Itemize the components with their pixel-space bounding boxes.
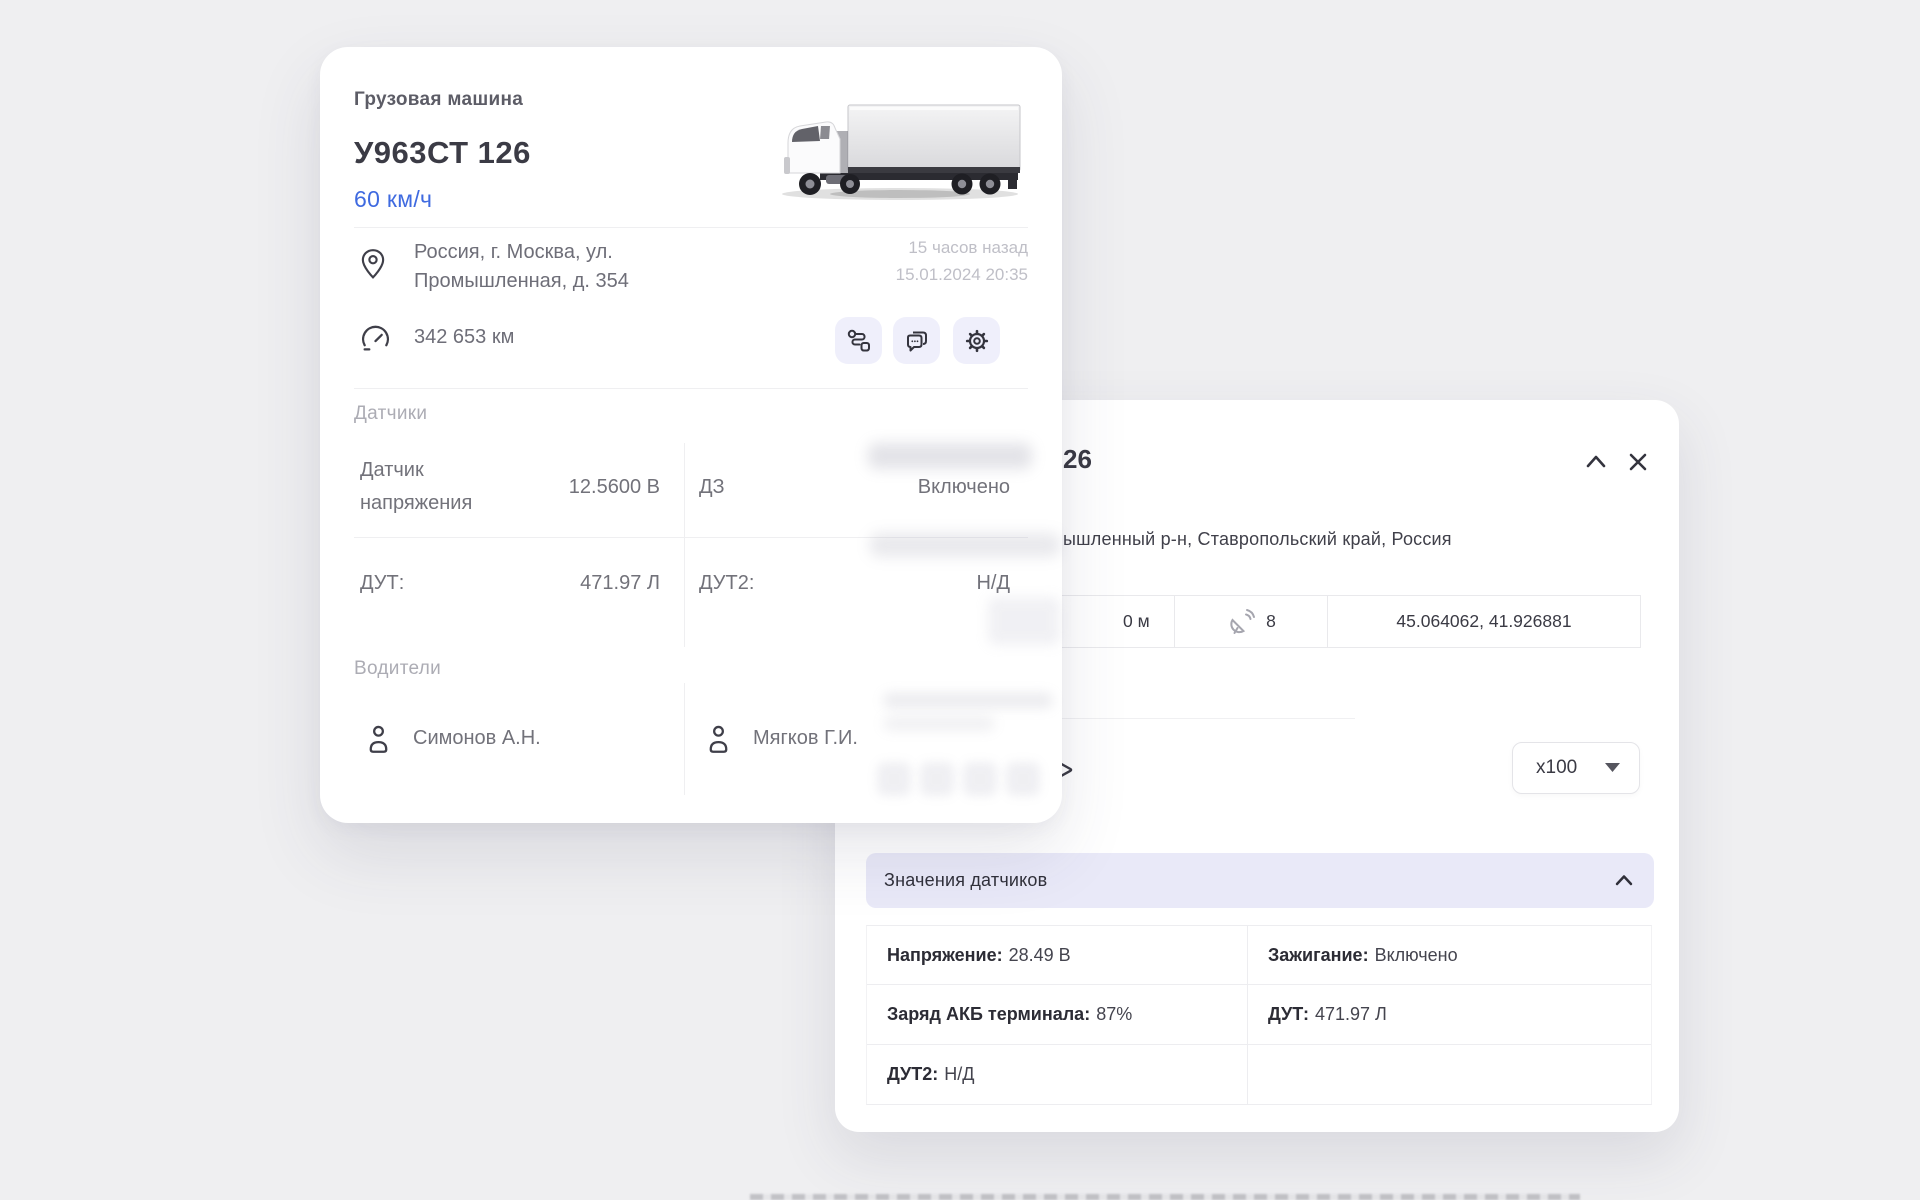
drivers-divider <box>684 683 685 795</box>
speed-multiplier-select[interactable]: x100 <box>1512 742 1640 794</box>
satellites-count: 8 <box>1266 611 1276 632</box>
sensors-section-title: Датчики <box>354 403 427 425</box>
table-cell: Напряжение:28.49 В <box>867 926 1248 985</box>
sensors-row-divider <box>354 537 1028 538</box>
bottom-edge-element <box>750 1194 1580 1200</box>
odometer-value: 342 653 км <box>414 326 514 349</box>
chat-icon <box>904 328 930 354</box>
sensor-values-table: Напряжение:28.49 В Зажигание:Включено За… <box>866 925 1652 1105</box>
coordinates-cell: 45.064062, 41.926881 <box>1327 595 1641 648</box>
table-cell: ДУТ:471.97 Л <box>1248 985 1651 1044</box>
satellite-dish-icon <box>1226 607 1256 637</box>
close-panel-button[interactable] <box>1623 447 1653 477</box>
route-button[interactable] <box>835 317 882 364</box>
person-icon <box>366 723 391 754</box>
caret-down-icon <box>1605 763 1620 773</box>
location-pin-icon <box>360 248 386 280</box>
driver-name: Мягков Г.И. <box>753 727 858 750</box>
panel-title-fragment: 26 <box>1063 444 1092 475</box>
sensor-item: ДЗ Включено <box>699 452 1010 522</box>
screen: 26 ышленный р-н, Ставропольский край, Ро… <box>0 0 1920 1200</box>
vehicle-card: Грузовая машина У963СТ 126 60 км/ч <box>320 47 1062 823</box>
sensor-values-header[interactable]: Значения датчиков <box>866 853 1654 908</box>
vehicle-type-label: Грузовая машина <box>354 89 523 111</box>
truck-image <box>770 97 1032 205</box>
vehicle-address: Россия, г. Москва, ул. Промышленная, д. … <box>414 238 629 296</box>
collapse-panel-button[interactable] <box>1581 447 1611 477</box>
table-cell: ДУТ2:Н/Д <box>867 1045 1248 1104</box>
messages-button[interactable] <box>893 317 940 364</box>
card-divider <box>354 227 1028 228</box>
sensors-divider <box>684 443 685 647</box>
sensor-item: ДУТ2: Н/Д <box>699 563 1010 603</box>
settings-button[interactable] <box>953 317 1000 364</box>
chevron-up-icon <box>1583 449 1609 475</box>
close-icon <box>1625 449 1651 475</box>
route-icon <box>846 328 872 354</box>
person-icon <box>706 723 731 754</box>
table-cell: Зажигание:Включено <box>1248 926 1651 985</box>
sensor-item: Датчик напряжения 12.5600 В <box>360 452 660 522</box>
table-cell: Заряд АКБ терминала:87% <box>867 985 1248 1044</box>
vehicle-speed: 60 км/ч <box>354 186 432 213</box>
driver-item: Мягков Г.И. <box>706 723 858 754</box>
coordinates-value: 45.064062, 41.926881 <box>1396 611 1571 632</box>
speedometer-icon <box>360 323 391 354</box>
speed-multiplier-value: x100 <box>1536 757 1577 779</box>
drivers-section-title: Водители <box>354 658 441 680</box>
collapse-section-icon[interactable] <box>1612 869 1636 893</box>
panel-address: ышленный р-н, Ставропольский край, Росси… <box>1063 529 1452 550</box>
table-cell <box>1248 1045 1651 1104</box>
satellites-cell: 8 <box>1174 595 1328 648</box>
last-update: 15 часов назад 15.01.2024 20:35 <box>896 234 1028 288</box>
gear-icon <box>964 328 990 354</box>
driver-name: Симонов А.Н. <box>413 727 541 750</box>
card-divider <box>354 388 1028 389</box>
altitude-value: 0 м <box>1123 611 1150 632</box>
sensor-item: ДУТ: 471.97 Л <box>360 563 660 603</box>
vehicle-plate: У963СТ 126 <box>354 135 531 171</box>
driver-item: Симонов А.Н. <box>366 723 541 754</box>
sensor-values-title: Значения датчиков <box>884 870 1047 891</box>
